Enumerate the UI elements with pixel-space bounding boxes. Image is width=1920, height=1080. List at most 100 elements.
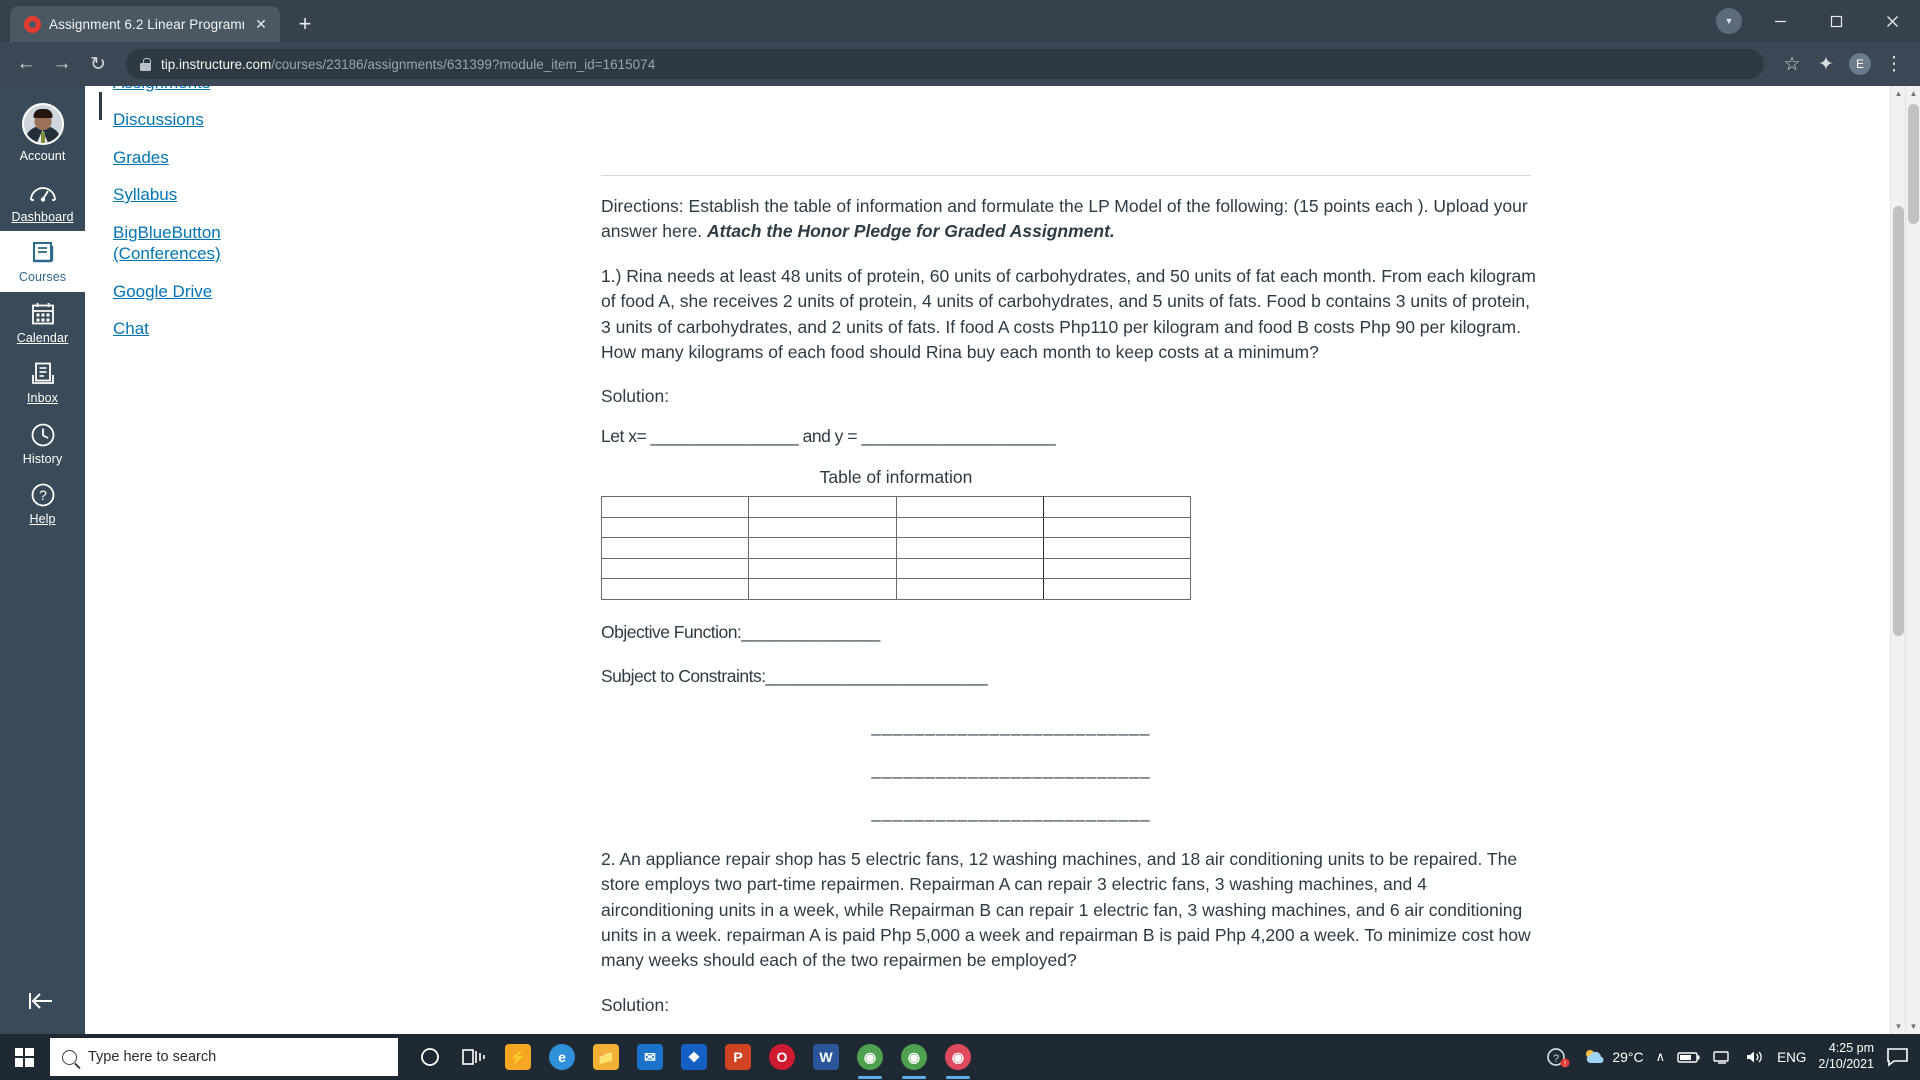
scroll-up-icon-outer[interactable]: ▲ (1906, 86, 1920, 101)
address-bar[interactable]: tip.instructure.com/courses/23186/assign… (126, 49, 1764, 79)
browser-profile-button[interactable]: ▼ (1706, 0, 1752, 42)
chrome-menu-icon[interactable]: ⋮ (1878, 48, 1910, 80)
content-divider (601, 175, 1531, 176)
table-cell[interactable] (600, 578, 750, 600)
volume-icon[interactable] (1745, 1049, 1765, 1065)
table-cell[interactable] (895, 578, 1044, 600)
weather-temperature: 29°C (1612, 1049, 1644, 1065)
sidebar-item-label-dashboard: Dashboard (11, 209, 74, 224)
chrome-beta-icon[interactable]: ◉ (938, 1034, 978, 1080)
task-view-icon[interactable] (454, 1034, 494, 1080)
table-cell[interactable] (1042, 557, 1192, 580)
course-nav-item-assignments[interactable]: Assignments (99, 86, 210, 93)
table-cell[interactable] (748, 496, 897, 518)
table-cell[interactable] (748, 516, 897, 539)
constraint-blank-2-text: __________________________ (871, 759, 1151, 779)
help-badge-icon[interactable]: ? ! (1546, 1045, 1570, 1069)
table-cell[interactable] (1042, 578, 1192, 600)
bookmark-star-icon[interactable]: ☆ (1776, 48, 1808, 80)
mail-icon[interactable]: ✉ (630, 1034, 670, 1080)
network-icon[interactable] (1713, 1049, 1733, 1065)
table-cell[interactable] (895, 557, 1044, 580)
taskbar-clock[interactable]: 4:25 pm 2/10/2021 (1818, 1041, 1874, 1072)
chrome-browser-window: Assignment 6.2 Linear Programm ✕ + ▼ ← →… (0, 0, 1920, 1080)
table-cell[interactable] (600, 557, 750, 580)
close-tab-icon[interactable]: ✕ (252, 15, 270, 33)
scroll-down-icon-inner[interactable]: ▼ (1891, 1019, 1906, 1034)
question-1-text: 1.) Rina needs at least 48 units of prot… (601, 265, 1536, 362)
sidebar-item-history[interactable]: History (0, 413, 85, 474)
table-cell[interactable] (600, 496, 750, 518)
browser-tab[interactable]: Assignment 6.2 Linear Programm ✕ (10, 6, 280, 42)
word-icon[interactable]: W (806, 1034, 846, 1080)
page-scrollbar-outer[interactable]: ▲ ▼ (1905, 86, 1920, 1034)
assignment-content-area: Directions: Establish the table of infor… (295, 86, 1920, 1034)
course-nav-item-grades[interactable]: Grades (99, 147, 169, 168)
profile-avatar-button[interactable]: E (1844, 48, 1876, 80)
table-cell[interactable] (1042, 537, 1192, 559)
table-row (600, 557, 1192, 580)
constraint-blank-3-text: __________________________ (871, 802, 1151, 823)
powerpoint-icon[interactable]: P (718, 1034, 758, 1080)
opera-icon[interactable]: O (762, 1034, 802, 1080)
table-of-information (600, 496, 1192, 600)
chrome-icon-2[interactable]: ◉ (894, 1034, 934, 1080)
table-cell[interactable] (748, 557, 897, 580)
lightning-app-icon[interactable]: ⚡ (498, 1034, 538, 1080)
cortana-icon[interactable] (410, 1034, 450, 1080)
course-nav-item-discussions[interactable]: Discussions (99, 109, 204, 130)
new-tab-button[interactable]: + (290, 9, 320, 39)
minimize-button[interactable] (1752, 0, 1808, 42)
table-of-information-title: Table of information (819, 467, 973, 487)
table-cell[interactable] (1042, 496, 1192, 518)
course-nav-item-chat[interactable]: Chat (99, 318, 149, 339)
page-scrollbar-inner[interactable]: ▲ ▼ (1890, 86, 1905, 1034)
collapse-nav-button[interactable] (0, 990, 85, 1012)
course-nav-item-syllabus[interactable]: Syllabus (99, 184, 177, 205)
weather-widget[interactable]: 29°C (1582, 1047, 1644, 1067)
maximize-button[interactable] (1808, 0, 1864, 42)
table-cell[interactable] (1042, 516, 1192, 539)
close-window-button[interactable] (1864, 0, 1920, 42)
table-cell[interactable] (748, 537, 897, 559)
battery-icon[interactable] (1677, 1050, 1701, 1064)
table-cell[interactable] (600, 537, 750, 559)
start-button[interactable] (0, 1034, 48, 1080)
table-cell[interactable] (895, 516, 1044, 539)
language-indicator[interactable]: ENG (1777, 1050, 1806, 1065)
collapse-arrow-icon (28, 993, 52, 1009)
scroll-up-icon-inner[interactable]: ▲ (1891, 86, 1906, 101)
microsoft-edge-icon[interactable]: e (542, 1034, 582, 1080)
sidebar-item-dashboard[interactable]: Dashboard (0, 171, 85, 232)
question-icon: ? (31, 483, 54, 507)
course-nav-item-bigbluebutton[interactable]: BigBlueButton (Conferences) (99, 222, 234, 265)
show-hidden-icons-chevron[interactable]: ∧ (1656, 1049, 1666, 1065)
reload-button[interactable]: ↻ (82, 48, 114, 80)
extensions-icon[interactable]: ✦ (1810, 48, 1842, 80)
sidebar-item-account[interactable]: Account (0, 94, 85, 171)
forward-button[interactable]: → (46, 48, 78, 80)
table-cell[interactable] (748, 578, 897, 600)
table-cell[interactable] (600, 516, 750, 539)
objective-function-line: Objective Function:_______________ (601, 621, 880, 642)
table-cell[interactable] (895, 537, 1044, 559)
sidebar-item-courses[interactable]: Courses (0, 231, 85, 292)
course-nav-item-google-drive[interactable]: Google Drive (99, 281, 212, 302)
file-explorer-icon[interactable]: 📁 (586, 1034, 626, 1080)
partly-cloudy-icon (1586, 1050, 1604, 1063)
system-tray: ? ! 29°C ∧ ENG 4:25 pm 2/10/2021 (1546, 1041, 1920, 1072)
chrome-icon[interactable]: ◉ (850, 1034, 890, 1080)
dropbox-icon[interactable]: ❖ (674, 1034, 714, 1080)
calendar-icon (31, 302, 54, 324)
sidebar-item-help[interactable]: ? Help (0, 473, 85, 534)
sidebar-item-calendar[interactable]: Calendar (0, 292, 85, 353)
back-button[interactable]: ← (10, 48, 42, 80)
notification-icon[interactable] (1886, 1047, 1910, 1067)
scroll-down-icon-outer[interactable]: ▼ (1906, 1019, 1920, 1034)
scrollbar-thumb-outer[interactable] (1908, 104, 1919, 224)
scrollbar-thumb-inner[interactable] (1893, 206, 1904, 636)
taskbar-search-box[interactable]: Type here to search (50, 1038, 398, 1076)
url-path: /courses/23186/assignments/631399?module… (271, 56, 656, 72)
table-cell[interactable] (895, 496, 1044, 518)
sidebar-item-inbox[interactable]: Inbox (0, 352, 85, 413)
